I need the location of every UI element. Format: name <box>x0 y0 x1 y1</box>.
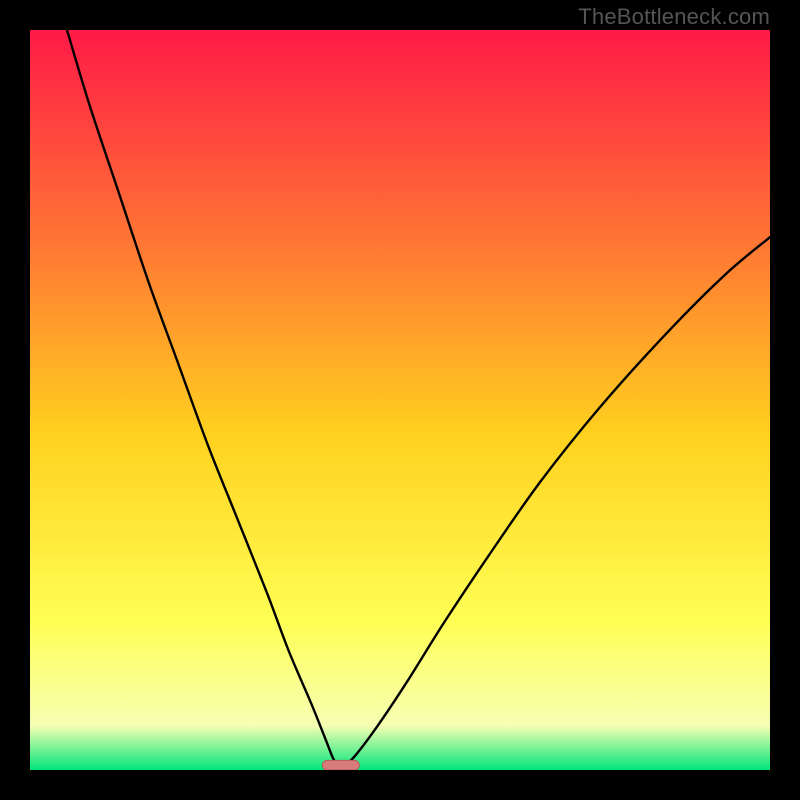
gradient-background <box>30 30 770 770</box>
watermark-text: TheBottleneck.com <box>578 4 770 30</box>
bottleneck-marker <box>322 760 359 770</box>
outer-frame: TheBottleneck.com <box>0 0 800 800</box>
bottleneck-chart <box>30 30 770 770</box>
